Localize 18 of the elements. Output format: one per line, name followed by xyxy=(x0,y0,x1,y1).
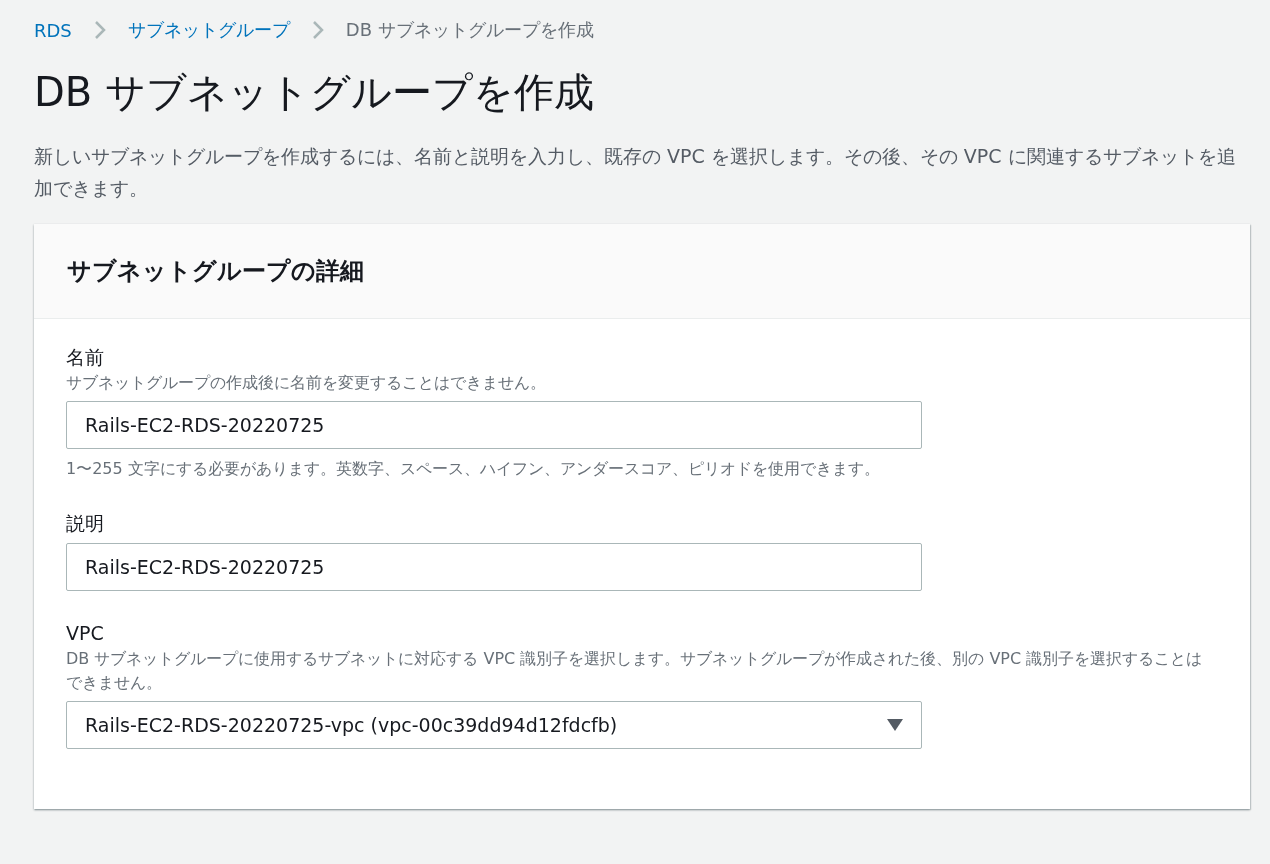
chevron-icon xyxy=(93,20,106,40)
field-label: VPC xyxy=(66,621,105,646)
panel-title: サブネットグループの詳細 xyxy=(67,256,364,287)
field-hint: DB サブネットグループに使用するサブネットに対応する VPC 識別子を選択します。サブネットグループが作成された後、別の VPC 識別子を選択することはできません。 xyxy=(66,648,1204,694)
field-label: 説明 xyxy=(66,511,105,536)
chevron-icon xyxy=(311,20,324,40)
breadcrumb-link[interactable]: RDS xyxy=(34,19,72,41)
page-description: 新しいサブネットグループを作成するには、名前と説明を入力し、既存の VPC を選択します。その後、その VPC に関連するサブネットを追加できます。 xyxy=(34,144,1237,201)
caret-icon xyxy=(887,719,903,731)
page-title: DB サブネットグループを作成 xyxy=(34,68,595,117)
vpc-select[interactable]: Rails-EC2-RDS-20220725-vpc (vpc-00c39dd94d12fdcfb) xyxy=(66,701,922,749)
breadcrumb-link[interactable]: サブネットグループ xyxy=(127,18,290,42)
text-input[interactable]: Rails-EC2-RDS-20220725 xyxy=(66,401,922,449)
field-label: 名前 xyxy=(66,345,105,370)
breadcrumb-current: DB サブネットグループを作成 xyxy=(345,18,594,42)
text-input[interactable]: Rails-EC2-RDS-20220725 xyxy=(66,543,922,591)
field-hint: サブネットグループの作成後に名前を変更することはできません。 xyxy=(66,372,547,394)
field-constraint: 1〜255 文字にする必要があります。英数字、スペース、ハイフン、アンダースコア、ピリオドを使用できます。 xyxy=(66,458,881,480)
